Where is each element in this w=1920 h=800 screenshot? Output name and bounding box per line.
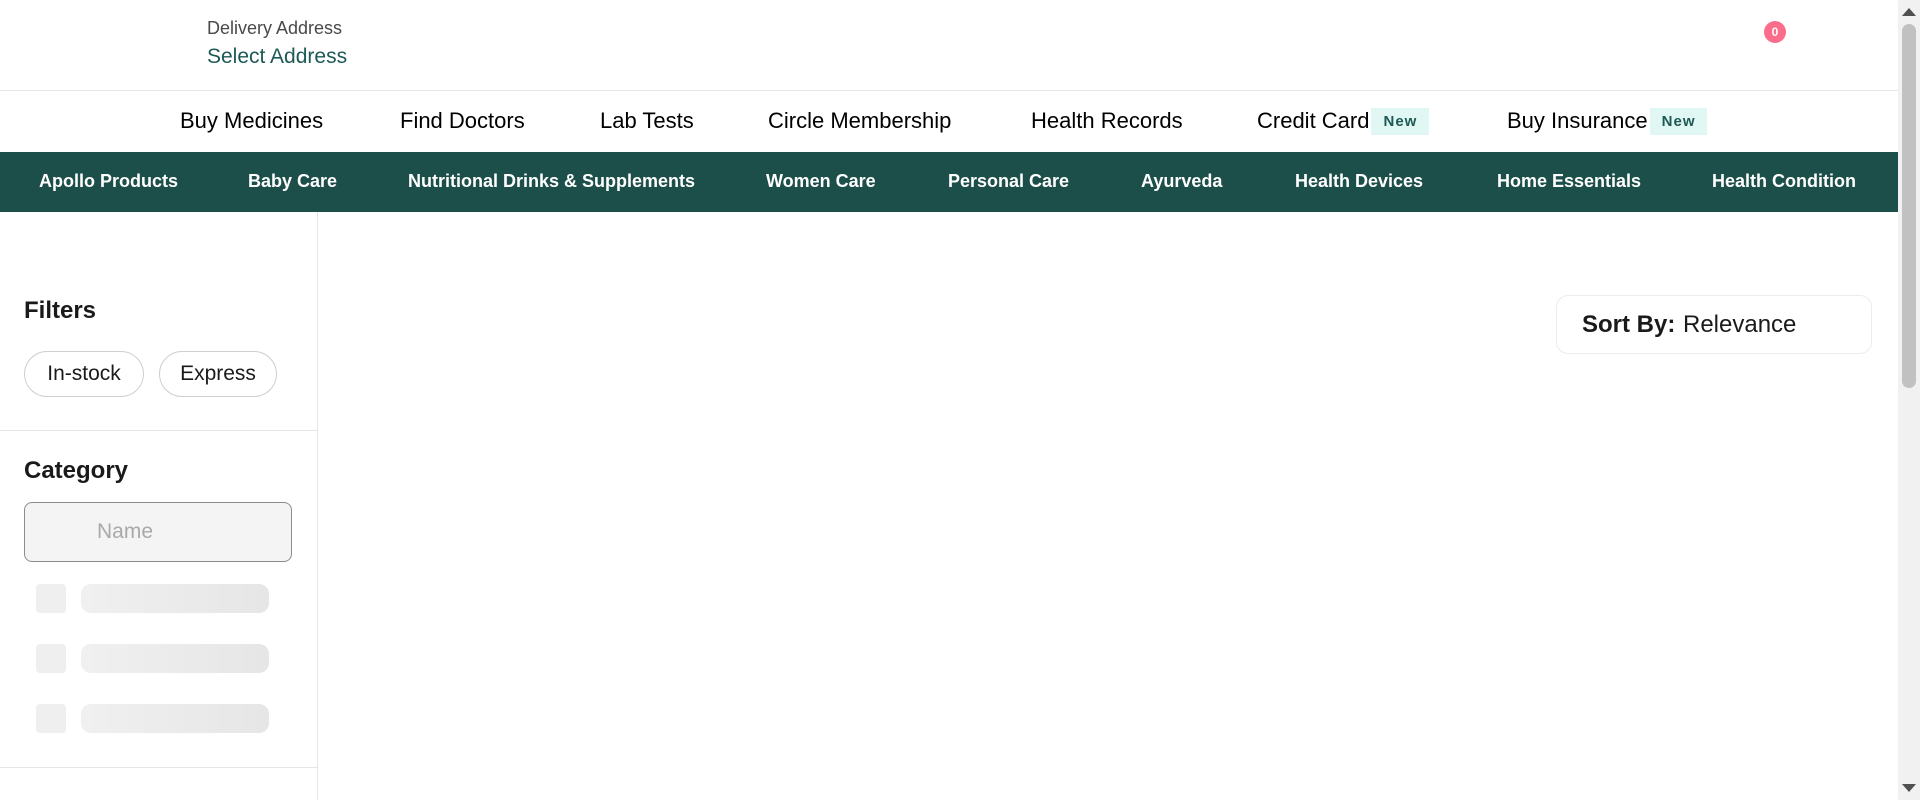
nav-health-records[interactable]: Health Records	[1031, 107, 1183, 134]
top-header: Delivery Address Select Address 0	[0, 0, 1898, 91]
scroll-up-arrow-icon[interactable]	[1902, 8, 1916, 16]
nav-label: Circle Membership	[768, 108, 952, 134]
filters-title: Filters	[24, 297, 97, 324]
nav-buy-medicines[interactable]: Buy Medicines	[180, 107, 323, 134]
filter-chip-in-stock[interactable]: In-stock	[24, 351, 144, 397]
primary-nav: Buy Medicines Find Doctors Lab Tests Cir…	[0, 91, 1898, 152]
nav-label: Health Records	[1031, 108, 1183, 134]
nav-buy-insurance[interactable]: Buy Insurance New	[1507, 107, 1708, 135]
skeleton-line	[81, 704, 269, 733]
category-title: Category	[24, 457, 129, 484]
select-address-link[interactable]: Select Address	[207, 45, 347, 69]
nav-label: Lab Tests	[600, 108, 694, 134]
nav-circle-membership[interactable]: Circle Membership	[768, 107, 951, 134]
category-home-essentials[interactable]: Home Essentials	[1497, 171, 1641, 192]
cart-count-badge[interactable]: 0	[1764, 21, 1786, 43]
category-nutritional-drinks[interactable]: Nutritional Drinks & Supplements	[408, 171, 695, 192]
scroll-down-arrow-icon[interactable]	[1902, 784, 1916, 792]
nav-credit-card[interactable]: Credit Card New	[1257, 107, 1430, 135]
skeleton-checkbox	[36, 584, 66, 613]
category-bar: Apollo Products Baby Care Nutritional Dr…	[0, 152, 1898, 212]
divider	[0, 767, 317, 768]
category-personal-care[interactable]: Personal Care	[948, 171, 1069, 192]
skeleton-checkbox	[36, 704, 66, 733]
vertical-scrollbar[interactable]	[1898, 0, 1920, 800]
nav-label: Find Doctors	[400, 108, 525, 134]
new-badge: New	[1649, 107, 1708, 135]
nav-label: Buy Medicines	[180, 108, 324, 134]
category-health-devices[interactable]: Health Devices	[1295, 171, 1423, 192]
cart-count: 0	[1771, 25, 1779, 39]
delivery-address-label: Delivery Address	[207, 18, 343, 38]
skeleton-line	[81, 584, 269, 613]
category-women-care[interactable]: Women Care	[766, 171, 876, 192]
category-ayurveda[interactable]: Ayurveda	[1141, 171, 1222, 192]
skeleton-line	[81, 644, 269, 673]
nav-find-doctors[interactable]: Find Doctors	[400, 107, 525, 134]
nav-label: Buy Insurance	[1507, 108, 1648, 134]
divider	[0, 430, 317, 431]
category-apollo-products[interactable]: Apollo Products	[39, 171, 178, 192]
category-baby-care[interactable]: Baby Care	[248, 171, 337, 192]
sort-by-dropdown[interactable]: Sort By: Relevance	[1556, 295, 1872, 354]
category-search-input[interactable]	[24, 502, 292, 562]
sort-by-value: Relevance	[1683, 311, 1797, 338]
nav-lab-tests[interactable]: Lab Tests	[600, 107, 694, 134]
delivery-address[interactable]: Delivery Address Select Address	[207, 18, 347, 69]
skeleton-checkbox	[36, 644, 66, 673]
nav-label: Credit Card	[1257, 108, 1370, 134]
filters-sidebar: Filters In-stock Express Category	[0, 212, 318, 800]
new-badge: New	[1371, 107, 1430, 135]
filter-chip-express[interactable]: Express	[159, 351, 277, 397]
scroll-thumb[interactable]	[1902, 24, 1916, 388]
sort-by-label: Sort By:	[1582, 311, 1676, 338]
category-health-condition[interactable]: Health Condition	[1712, 171, 1856, 192]
